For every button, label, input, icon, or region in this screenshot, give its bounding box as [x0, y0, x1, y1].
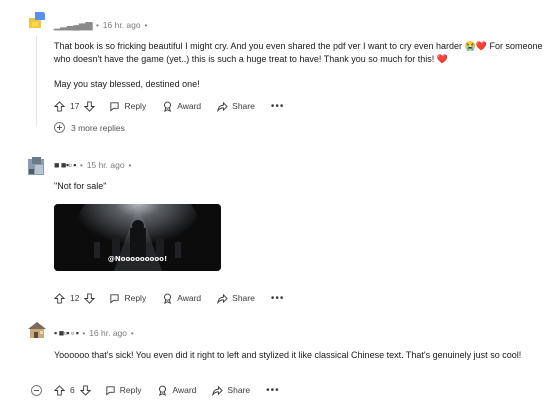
- timestamp[interactable]: 16 hr. ago: [89, 328, 127, 338]
- comment: ▁▂▃▄▅▆ • 16 hr. ago • That book is so fr…: [0, 8, 550, 138]
- reply-button[interactable]: Reply: [109, 101, 146, 112]
- reply-icon: [105, 385, 116, 396]
- award-button[interactable]: Award: [162, 101, 201, 112]
- more-icon[interactable]: •••: [271, 293, 285, 304]
- comment-actions: 6 Reply Award Share •••: [54, 383, 280, 397]
- separator: •: [95, 20, 99, 30]
- comment-actions: 12 Reply Award Share •••: [54, 291, 284, 305]
- vote-count: 12: [70, 293, 80, 303]
- vote-controls: 17: [54, 100, 96, 112]
- downvote-icon[interactable]: [84, 100, 96, 112]
- vote-controls: 12: [54, 292, 96, 304]
- username[interactable]: ■ ■▪▫ ▪: [54, 160, 76, 170]
- separator: •: [128, 160, 132, 170]
- award-label: Award: [177, 101, 202, 111]
- award-icon: [157, 385, 168, 396]
- gif-embed[interactable]: @Nooooooooo!: [54, 204, 221, 271]
- reply-label: Reply: [124, 101, 147, 111]
- more-icon[interactable]: •••: [266, 385, 280, 396]
- separator: •: [131, 328, 134, 338]
- comment-actions: 17 Reply Award Share •••: [54, 99, 284, 113]
- reply-button[interactable]: Reply: [109, 293, 146, 304]
- share-label: Share: [227, 385, 251, 395]
- separator: •: [144, 20, 148, 30]
- username[interactable]: ▪ ■▫▪ ▫ ▪: [54, 328, 79, 338]
- share-icon: [212, 385, 224, 396]
- comment-body: "Not for sale": [54, 180, 544, 193]
- vote-controls: 6: [54, 384, 91, 396]
- avatar[interactable]: [26, 320, 48, 342]
- gif-caption: @Nooooooooo!: [107, 255, 168, 263]
- award-button[interactable]: Award: [162, 293, 201, 304]
- share-button[interactable]: Share: [217, 293, 255, 304]
- vote-count: 6: [70, 385, 75, 395]
- comment-paragraph: That book is so fricking beautiful I mig…: [54, 41, 543, 64]
- avatar[interactable]: [26, 10, 48, 32]
- vote-count: 17: [70, 101, 80, 111]
- comment-header: ▁▂▃▄▅▆ • 16 hr. ago •: [54, 18, 147, 32]
- comment-header: ▪ ■▫▪ ▫ ▪ • 16 hr. ago •: [54, 326, 134, 340]
- reply-icon: [109, 101, 120, 112]
- comment-header: ■ ■▪▫ ▪ • 15 hr. ago •: [54, 158, 131, 172]
- comment-paragraph: Yoooooo that's sick! You even did it rig…: [54, 350, 522, 360]
- expand-icon: [54, 122, 65, 133]
- downvote-icon[interactable]: [84, 292, 96, 304]
- collapse-icon[interactable]: [31, 385, 42, 396]
- upvote-icon[interactable]: [54, 100, 65, 112]
- timestamp[interactable]: 16 hr. ago: [103, 20, 141, 30]
- avatar[interactable]: [26, 155, 48, 177]
- more-replies-label: 3 more replies: [71, 122, 125, 133]
- award-icon: [162, 293, 173, 304]
- reply-button[interactable]: Reply: [105, 385, 142, 396]
- reply-icon: [109, 293, 120, 304]
- comment-body: That book is so fricking beautiful I mig…: [54, 40, 544, 91]
- comment-body: Yoooooo that's sick! You even did it rig…: [54, 349, 544, 362]
- share-icon: [217, 293, 228, 304]
- comment-paragraph: May you stay blessed, destined one!: [54, 79, 200, 89]
- award-label: Award: [172, 385, 197, 395]
- award-icon: [162, 101, 173, 112]
- upvote-icon[interactable]: [54, 384, 65, 396]
- more-icon[interactable]: •••: [271, 101, 285, 112]
- username[interactable]: ▁▂▃▄▅▆: [54, 20, 92, 31]
- comment: ■ ■▪▫ ▪ • 15 hr. ago • "Not for sale" @N…: [0, 150, 550, 310]
- downvote-icon[interactable]: [79, 384, 91, 396]
- reply-label: Reply: [124, 293, 147, 303]
- share-label: Share: [232, 293, 255, 303]
- more-replies-button[interactable]: 3 more replies: [54, 122, 125, 133]
- separator: •: [82, 328, 86, 338]
- award-button[interactable]: Award: [157, 385, 196, 396]
- comment-paragraph: "Not for sale": [54, 181, 107, 191]
- upvote-icon[interactable]: [54, 292, 65, 304]
- share-button[interactable]: Share: [212, 385, 250, 396]
- thread-line[interactable]: [36, 36, 37, 126]
- share-label: Share: [232, 101, 255, 111]
- share-button[interactable]: Share: [217, 101, 255, 112]
- comment: ▪ ■▫▪ ▫ ▪ • 16 hr. ago • Yoooooo that's …: [0, 318, 550, 403]
- share-icon: [217, 101, 228, 112]
- award-label: Award: [177, 293, 202, 303]
- reply-label: Reply: [119, 385, 142, 395]
- timestamp[interactable]: 15 hr. ago: [87, 160, 125, 170]
- separator: •: [79, 160, 83, 170]
